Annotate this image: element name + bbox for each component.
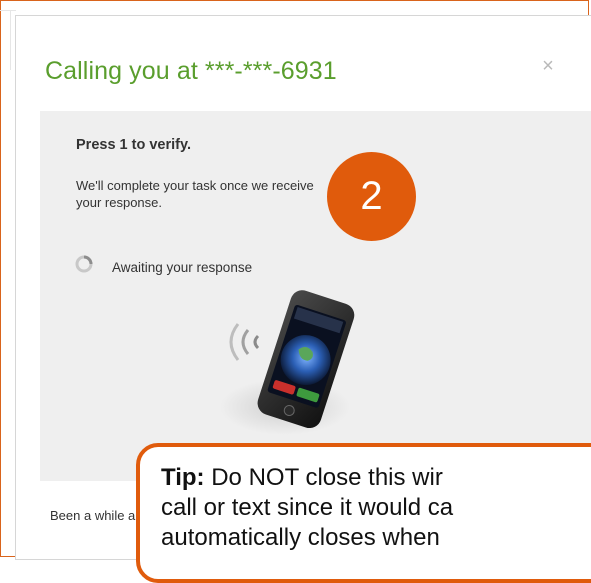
- tip-line-3: automatically closes when: [161, 524, 440, 551]
- dialog-title: Calling you at ***-***-6931: [45, 57, 337, 85]
- tip-label: Tip:: [161, 464, 205, 491]
- awaiting-status: Awaiting your response: [112, 260, 253, 275]
- step-number-badge: 2: [327, 152, 416, 241]
- close-icon[interactable]: ×: [538, 56, 558, 76]
- verify-description: We'll complete your task once we receive…: [76, 178, 314, 210]
- phone-ringing-icon: [220, 290, 355, 435]
- tip-text-1: Do NOT close this wir: [211, 464, 443, 491]
- tip-line-2: call or text since it would ca: [161, 494, 454, 521]
- tip-line-1: Tip: Do NOT close this wir: [161, 463, 591, 493]
- step-number: 2: [360, 174, 383, 218]
- loading-spinner-icon: [75, 255, 93, 273]
- footer-text: Been a while a: [50, 508, 136, 523]
- verify-heading: Press 1 to verify.: [76, 137, 191, 153]
- background-line-top: [0, 10, 16, 11]
- background-line-left: [10, 10, 11, 70]
- tip-callout: Tip: Do NOT close this wir call or text …: [136, 443, 591, 583]
